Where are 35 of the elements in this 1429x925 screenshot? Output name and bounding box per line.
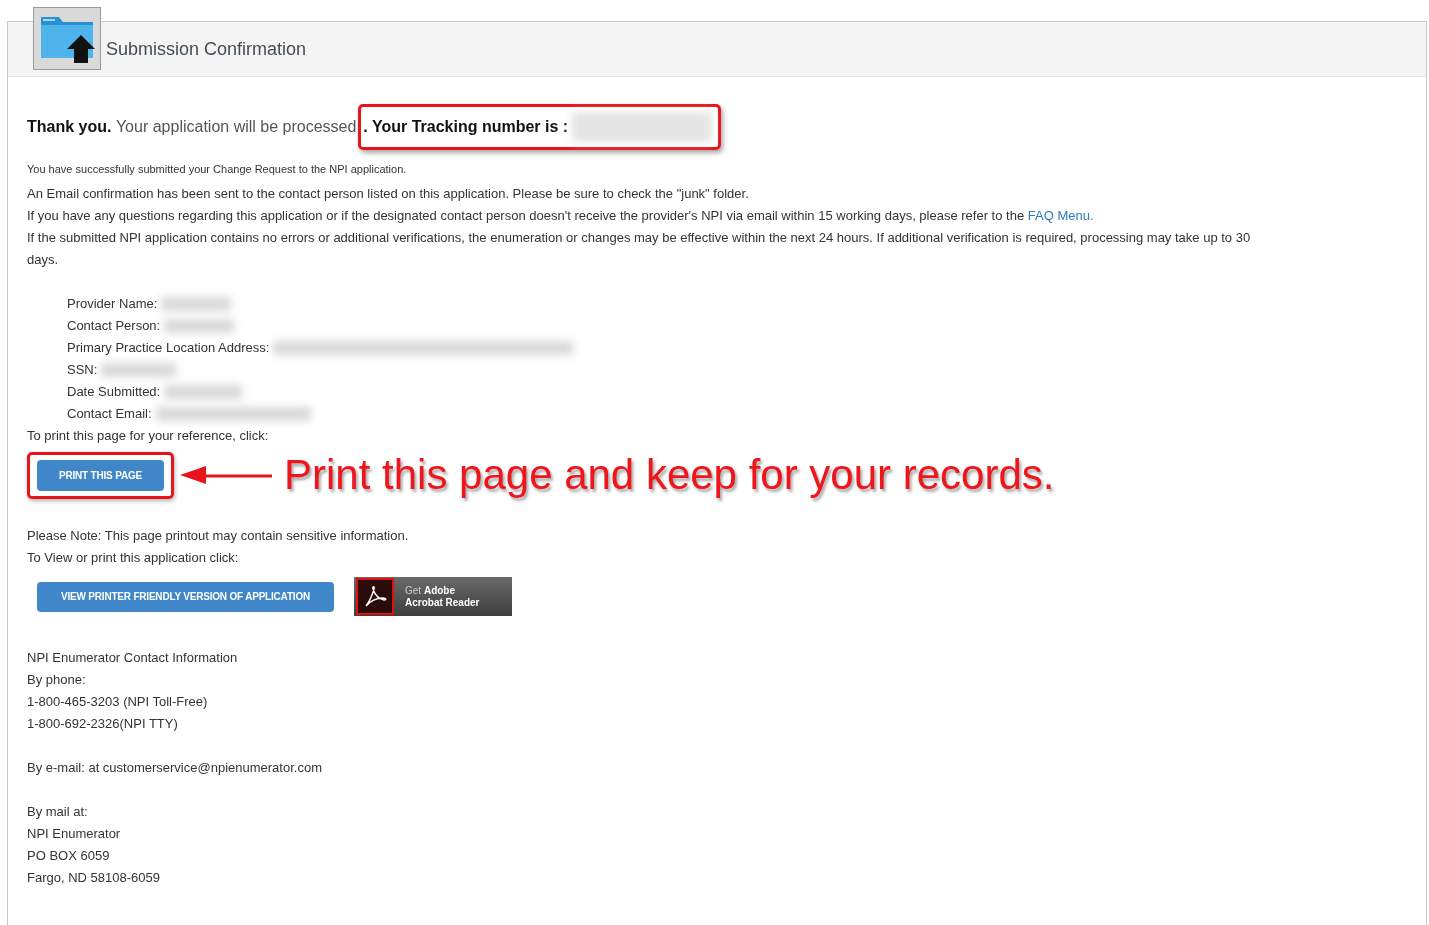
contact-line: Fargo, ND 58108-6059 — [27, 869, 161, 887]
contact-line: NPI Enumerator — [27, 825, 122, 843]
adobe-reader-badge[interactable]: Get Adobe Acrobat Reader — [354, 577, 512, 616]
contact-line: PO BOX 6059 — [27, 847, 111, 865]
field-label: Primary Practice Location Address: — [67, 339, 270, 357]
page-title: Submission Confirmation — [106, 38, 307, 60]
contact-line: By e-mail: at customerservice@npienumerator.com — [27, 759, 323, 777]
field-label: SSN: — [67, 361, 98, 379]
info-paragraph: An Email confirmation has been sent to the contact person listed on this application. Please be sure to check the "junk" folder. — [27, 185, 750, 203]
contact-line: By phone: — [27, 671, 87, 689]
note-text: Please Note: This page printout may contain sensitive information. — [27, 527, 410, 545]
field-label: Contact Email: — [67, 405, 152, 423]
print-prompt: To print this page for your reference, click: — [27, 427, 270, 445]
info-paragraph: If the submitted NPI application contains no errors or additional verifications, the enumeration or changes may be effective within the next 24 hours. If additional verification is required, processing may take up to 30 days. — [27, 229, 1252, 269]
tracking-label: . Your Tracking number is : — [363, 118, 569, 136]
folder-upload-icon — [33, 7, 101, 70]
info-paragraph: If you have any questions regarding this application or if the designated contact person doesn't receive the provider's NPI via email within 15 working days, please refer to the FAQ Menu. — [27, 207, 1095, 225]
annotation-text: Print this page and keep for your records. — [284, 451, 1055, 499]
field-label: Date Submitted: — [67, 383, 161, 401]
print-button[interactable]: PRINT THIS PAGE — [37, 459, 164, 491]
processing-text: Your application will be processed — [115, 118, 357, 136]
contact-line: NPI Enumerator Contact Information — [27, 649, 239, 667]
acrobat-icon — [356, 578, 394, 615]
success-message: You have successfully submitted your Change Request to the NPI application. — [27, 163, 408, 175]
badge-text: Get Adobe — [405, 584, 456, 597]
field-label: Provider Name: — [67, 295, 158, 313]
contact-line: 1-800-692-2326(NPI TTY) — [27, 715, 179, 733]
contact-line: By mail at: — [27, 803, 89, 821]
printer-friendly-button[interactable]: VIEW PRINTER FRIENDLY VERSION OF APPLICATION — [37, 581, 334, 612]
faq-link[interactable]: FAQ Menu. — [1027, 208, 1094, 223]
thank-you-text: Thank you. — [27, 118, 113, 136]
contact-line: 1-800-465-3203 (NPI Toll-Free) — [27, 693, 209, 711]
field-label: Contact Person: — [67, 317, 161, 335]
badge-text: Acrobat Reader — [405, 596, 480, 609]
note-text: To View or print this application click: — [27, 549, 240, 567]
